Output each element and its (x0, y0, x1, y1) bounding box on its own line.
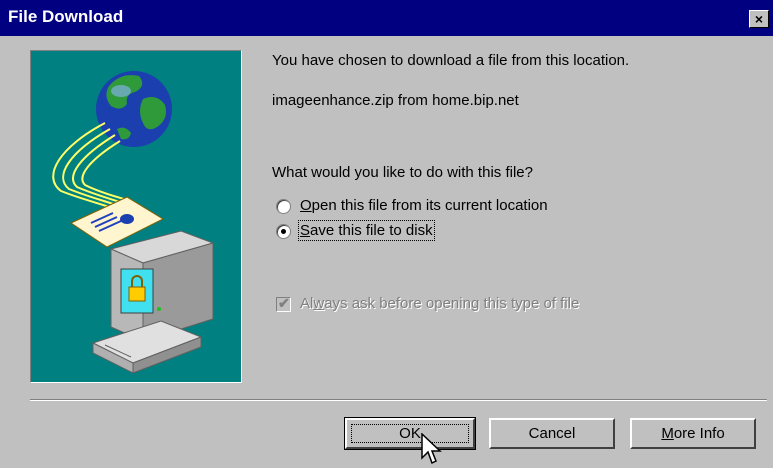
always-ask-checkbox[interactable]: ✔ (276, 295, 291, 312)
title-bar[interactable]: File Download × (0, 0, 773, 36)
mouse-cursor-icon (421, 433, 442, 465)
computer-lock-icon (91, 230, 215, 374)
file-location-text: imageenhance.zip from home.bip.net (272, 92, 519, 109)
always-ask-accel: w (313, 295, 325, 312)
open-radio[interactable] (276, 199, 291, 214)
save-accel: S (300, 222, 311, 239)
save-label-rest: ave this file to disk (310, 222, 433, 239)
download-illustration (52, 71, 215, 374)
cancel-label: Cancel (528, 425, 576, 442)
open-label-rest: pen this file from its current location (311, 197, 548, 214)
illustration-panel (30, 50, 242, 383)
cancel-button[interactable]: Cancel (489, 418, 615, 449)
checkmark-icon: ✔ (278, 295, 290, 311)
more-info-rest: ore Info (673, 425, 725, 442)
close-button[interactable]: × (749, 10, 769, 28)
always-ask-pre: Al (300, 295, 314, 312)
close-icon: × (754, 11, 764, 27)
save-option-label[interactable]: Save this file to disk (298, 220, 435, 241)
question-text: What would you like to do with this file… (272, 164, 533, 181)
window-title: File Download (8, 7, 124, 26)
always-ask-rest: ays ask before opening this type of file (324, 295, 580, 312)
always-ask-label[interactable]: Always ask before opening this type of f… (300, 295, 579, 312)
open-accel: O (300, 197, 312, 214)
more-info-button[interactable]: More Info (630, 418, 756, 449)
save-radio[interactable] (276, 224, 291, 239)
focus-rect (351, 424, 469, 443)
more-info-accel: M (661, 425, 674, 442)
open-option-label[interactable]: Open this file from its current location (300, 197, 548, 214)
globe-icon (96, 71, 172, 147)
file-download-dialog: File Download × You have chosen to downl… (0, 0, 773, 468)
ok-button[interactable]: OK (344, 417, 476, 450)
radio-selected-dot (281, 229, 286, 234)
separator (30, 399, 767, 401)
intro-text: You have chosen to download a file from … (272, 52, 630, 69)
